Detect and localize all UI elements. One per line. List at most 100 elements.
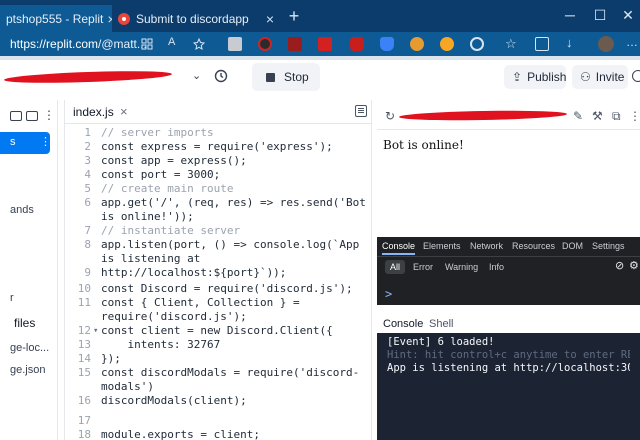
extension-icon[interactable] — [440, 37, 454, 51]
add-user-icon: ⚇ — [580, 70, 591, 84]
more-icon[interactable]: ⋮ — [40, 135, 51, 148]
reddit-favicon-icon — [118, 12, 130, 25]
adblock-icon[interactable] — [350, 37, 364, 51]
read-aloud-icon[interactable]: A — [168, 36, 175, 48]
devtools-tab-resources[interactable]: Resources — [512, 241, 555, 251]
editor-menu-icon[interactable] — [355, 105, 367, 117]
console-output[interactable]: [Event] 6 loaded! Hint: hit control+c any… — [377, 333, 640, 440]
filter-warning[interactable]: Warning — [445, 262, 478, 272]
code-text: discordModals(client); — [101, 394, 247, 407]
extension-icon[interactable] — [228, 37, 242, 51]
code-text: const port = 3000; — [101, 168, 221, 181]
close-window-icon[interactable]: ✕ — [618, 8, 638, 22]
minimize-icon[interactable]: ─ — [560, 8, 580, 22]
browser-toolbar: https://replit.com/@matt... A ☆ ↓ … — [0, 32, 640, 56]
invite-label: Invite — [595, 70, 625, 84]
console-line: Hint: hit control+c anytime to enter REP… — [387, 349, 630, 361]
line-number: 15 — [77, 366, 91, 379]
devtools-tab-elements[interactable]: Elements — [423, 241, 461, 251]
line-number: 17 — [77, 414, 91, 427]
sidebar-file-package-json[interactable]: ge.json — [10, 364, 45, 376]
line-number: 13 — [77, 338, 91, 351]
more-icon[interactable]: … — [626, 35, 638, 49]
new-file-icon[interactable] — [10, 111, 22, 121]
history-icon[interactable] — [213, 68, 229, 84]
code-text: // create main route — [101, 182, 234, 195]
sidebar-item-commands[interactable]: ands — [10, 204, 34, 216]
line-number: 18 — [77, 428, 91, 440]
close-tab-icon[interactable]: × — [262, 11, 274, 27]
url-host: https://replit.com — [10, 37, 99, 51]
sidebar-item-active[interactable]: s ⋮ — [0, 132, 51, 154]
open-new-tab-icon[interactable]: ⧉ — [612, 109, 621, 124]
favorite-icon[interactable] — [192, 37, 206, 51]
edit-icon[interactable]: ✎ — [573, 109, 583, 123]
stop-label: Stop — [284, 70, 309, 84]
filter-info[interactable]: Info — [489, 262, 504, 272]
code-text: const express = require('express'); — [101, 140, 333, 153]
publish-icon: ⇪ — [512, 70, 523, 84]
extension-icon[interactable] — [470, 37, 484, 51]
tab-index-js[interactable]: index.js — [73, 105, 114, 119]
close-tab-icon[interactable]: × — [103, 11, 112, 27]
extension-icon[interactable] — [258, 37, 272, 51]
devtools-tab-settings[interactable]: Settings — [592, 241, 625, 251]
tab-title: ptshop555 - Replit — [6, 11, 104, 26]
console-line: App is listening at http://localhost:300… — [387, 362, 630, 374]
favorites-icon[interactable]: ☆ — [505, 36, 517, 52]
devtools-tab-bar: Console Elements Network Resources DOM S… — [377, 237, 640, 257]
line-number: 5 — [84, 182, 91, 195]
sidebar-file-package-lock[interactable]: ge-loc... — [10, 342, 49, 354]
more-icon[interactable]: ⋮ — [629, 109, 640, 123]
line-number: 12 — [77, 324, 91, 337]
browser-tab-discord[interactable]: Submit to discordapp × — [112, 5, 280, 32]
new-folder-icon[interactable] — [26, 111, 38, 121]
close-icon[interactable]: × — [120, 104, 128, 119]
collections-icon[interactable] — [535, 37, 549, 51]
more-icon[interactable]: ⋮ — [43, 108, 55, 122]
chevron-down-icon[interactable]: ⌄ — [192, 69, 201, 82]
download-icon[interactable]: ↓ — [566, 35, 573, 50]
profile-avatar[interactable] — [598, 36, 614, 52]
browser-tab-replit[interactable]: ptshop555 - Replit × — [0, 5, 112, 32]
refresh-icon[interactable]: ↻ — [385, 109, 395, 123]
account-icon[interactable] — [632, 70, 640, 82]
line-number: 4 — [84, 168, 91, 181]
redaction-mark — [3, 69, 173, 85]
stop-square-icon — [266, 72, 275, 82]
extension-icon[interactable] — [380, 37, 394, 51]
code-text: app.listen(port, () => console.log(`App … — [101, 238, 366, 279]
devtools-icon[interactable]: ⚒ — [592, 109, 603, 123]
settings-icon[interactable]: ⚙ — [629, 259, 639, 272]
invite-button[interactable]: ⚇ Invite — [572, 65, 628, 89]
webview-page-text: Bot is online! — [383, 138, 464, 152]
clear-console-icon[interactable]: ⊘ — [615, 259, 624, 272]
sidebar-item[interactable]: r — [10, 292, 14, 304]
extension-icon[interactable] — [318, 37, 332, 51]
line-number: 6 — [84, 196, 91, 209]
publish-label: Publish — [527, 70, 567, 84]
code-text: const Discord = require('discord.js'); — [101, 282, 353, 295]
devtools-tab-dom[interactable]: DOM — [562, 241, 583, 251]
tab-shell[interactable]: Shell — [429, 318, 453, 330]
filter-all[interactable]: All — [385, 260, 406, 274]
line-number: 2 — [84, 140, 91, 153]
code-text: // server imports — [101, 126, 214, 139]
filter-error[interactable]: Error — [413, 262, 433, 272]
stop-button[interactable]: Stop — [252, 63, 320, 91]
cookie-icon[interactable] — [410, 37, 424, 51]
new-tab-icon[interactable]: + — [284, 7, 304, 27]
extension-icon[interactable] — [288, 37, 302, 51]
devtools-tab-console[interactable]: Console — [382, 241, 416, 255]
maximize-icon[interactable]: ☐ — [590, 8, 610, 22]
fold-chevron-icon[interactable]: ▾ — [93, 324, 98, 338]
code-text: module.exports = client; — [101, 428, 260, 440]
address-bar[interactable]: https://replit.com/@matt... — [10, 37, 147, 51]
line-number: 3 — [84, 154, 91, 167]
console-prompt[interactable]: > — [385, 287, 392, 301]
publish-button[interactable]: ⇪ Publish — [504, 65, 566, 89]
devtools-tab-network[interactable]: Network — [470, 241, 503, 251]
code-editor[interactable]: index.js × 1 // server imports 2 const expr… — [64, 100, 372, 440]
grid-icon[interactable] — [140, 37, 154, 51]
replit-header: ⌄ Stop ⇪ Publish ⚇ Invite — [0, 60, 640, 94]
